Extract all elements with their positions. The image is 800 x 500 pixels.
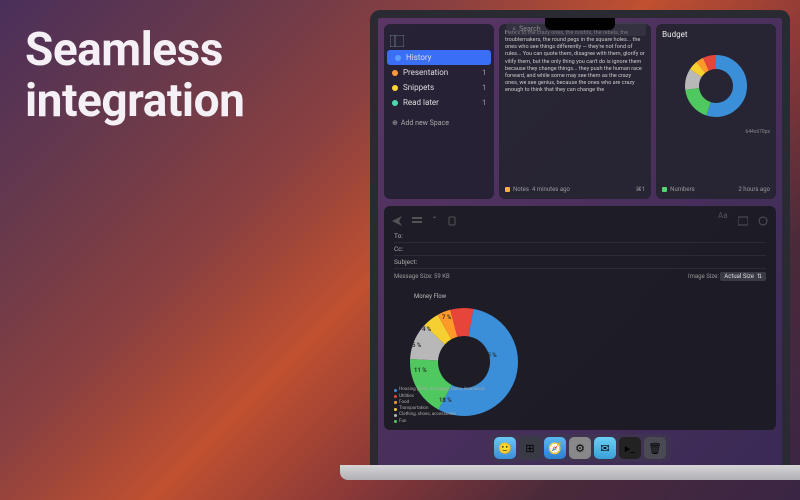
- sidebar-item-read-later[interactable]: Read later 1: [384, 95, 494, 110]
- dock-launchpad-icon[interactable]: ⊞: [519, 437, 541, 459]
- image-dimensions: 644x670px: [662, 129, 770, 135]
- sidebar-item-presentation[interactable]: Presentation 1: [384, 65, 494, 80]
- dock-mail-icon[interactable]: ✉: [594, 437, 616, 459]
- laptop-base: [340, 465, 800, 480]
- sidebar-toggle-icon[interactable]: [390, 32, 404, 44]
- sidebar-item-snippets[interactable]: Snippets 1: [384, 80, 494, 95]
- mail-toolbar: ⌄ Aa: [384, 206, 776, 226]
- source-app-icon: [662, 187, 667, 192]
- card-metadata: Numbers 2 hours ago: [662, 186, 770, 193]
- card-title: Budget: [662, 30, 770, 39]
- spaces-sidebar: History Presentation 1 Snippets 1: [384, 24, 494, 199]
- slice-label: 55 %: [484, 352, 497, 359]
- clipboard-app-window: History Presentation 1 Snippets 1: [384, 24, 776, 199]
- add-space-button[interactable]: ⊕ Add new Space: [384, 116, 494, 130]
- card-metadata: Notes 4 minutes ago ⌘1: [505, 186, 645, 193]
- clipboard-card-notes[interactable]: ⌕ Search Here's to the crazy ones, the m…: [499, 24, 651, 199]
- format-icon[interactable]: Aa: [718, 211, 728, 221]
- mail-header-fields: To: Cc: Subject: Message Size: 59 KB Ima…: [384, 226, 776, 288]
- sidebar-item-label: History: [406, 53, 431, 62]
- chart-title: Money Flow: [414, 293, 766, 300]
- slice-label: 11 %: [414, 367, 427, 374]
- item-count: 1: [482, 84, 486, 92]
- dock-terminal-icon[interactable]: ▸_: [619, 437, 641, 459]
- note-text-preview: Here's to the crazy ones, the misfits, t…: [505, 30, 645, 94]
- mail-compose-window: ⌄ Aa To: Cc: Subject: Message Size: 59 K…: [384, 206, 776, 430]
- cc-field[interactable]: Cc:: [394, 243, 766, 256]
- chart-legend: Housing (Rent, mortgage, taxes, insuranc…: [394, 387, 485, 425]
- space-color-dot: [392, 70, 398, 76]
- mail-body[interactable]: Money Flow 55 % 18 % 11 %: [384, 288, 776, 430]
- slice-label: 5 %: [412, 342, 421, 349]
- sidebar-item-history[interactable]: History: [387, 50, 491, 65]
- display-notch: [545, 18, 615, 30]
- image-size-select[interactable]: Actual Size ⇅: [720, 272, 766, 281]
- subject-field[interactable]: Subject:: [394, 256, 766, 269]
- header-fields-icon[interactable]: [412, 211, 422, 221]
- slice-label: 4 %: [422, 326, 431, 333]
- photo-icon[interactable]: [738, 211, 748, 221]
- space-color-dot: [392, 100, 398, 106]
- sidebar-item-label: Read later: [403, 98, 439, 107]
- message-size-label: Message Size: 59 KB: [394, 273, 450, 280]
- dock-settings-icon[interactable]: ⚙: [569, 437, 591, 459]
- chevron-updown-icon: ⇅: [757, 273, 762, 280]
- source-app-icon: [505, 187, 510, 192]
- laptop-frame: History Presentation 1 Snippets 1: [370, 10, 800, 490]
- clipboard-card-budget[interactable]: Budget 644x670px: [656, 24, 776, 199]
- item-count: 1: [482, 69, 486, 77]
- to-field[interactable]: To:: [394, 230, 766, 243]
- keyboard-shortcut: ⌘1: [636, 186, 645, 193]
- macos-dock: 🙂 ⊞ 🧭 ⚙ ✉ ▸_ 🗑: [489, 434, 671, 462]
- marketing-headline: Seamless integration: [25, 25, 244, 126]
- sidebar-item-label: Snippets: [403, 83, 434, 92]
- search-icon: ⌕: [512, 25, 516, 34]
- plus-icon: ⊕: [392, 119, 398, 127]
- send-icon[interactable]: [392, 211, 402, 221]
- space-color-dot: [395, 55, 401, 61]
- image-size-control: Image Size: Actual Size ⇅: [688, 272, 766, 281]
- item-count: 1: [482, 99, 486, 107]
- sidebar-item-label: Presentation: [403, 68, 448, 77]
- slice-label: 7 %: [442, 314, 451, 321]
- space-color-dot: [392, 85, 398, 91]
- attach-icon[interactable]: [447, 211, 457, 221]
- emoji-icon[interactable]: [758, 211, 768, 221]
- chevron-down-icon[interactable]: ⌄: [432, 213, 437, 220]
- dock-trash-icon[interactable]: 🗑: [644, 437, 666, 459]
- dock-safari-icon[interactable]: 🧭: [544, 437, 566, 459]
- dock-finder-icon[interactable]: 🙂: [494, 437, 516, 459]
- budget-chart-thumbnail: [681, 51, 751, 121]
